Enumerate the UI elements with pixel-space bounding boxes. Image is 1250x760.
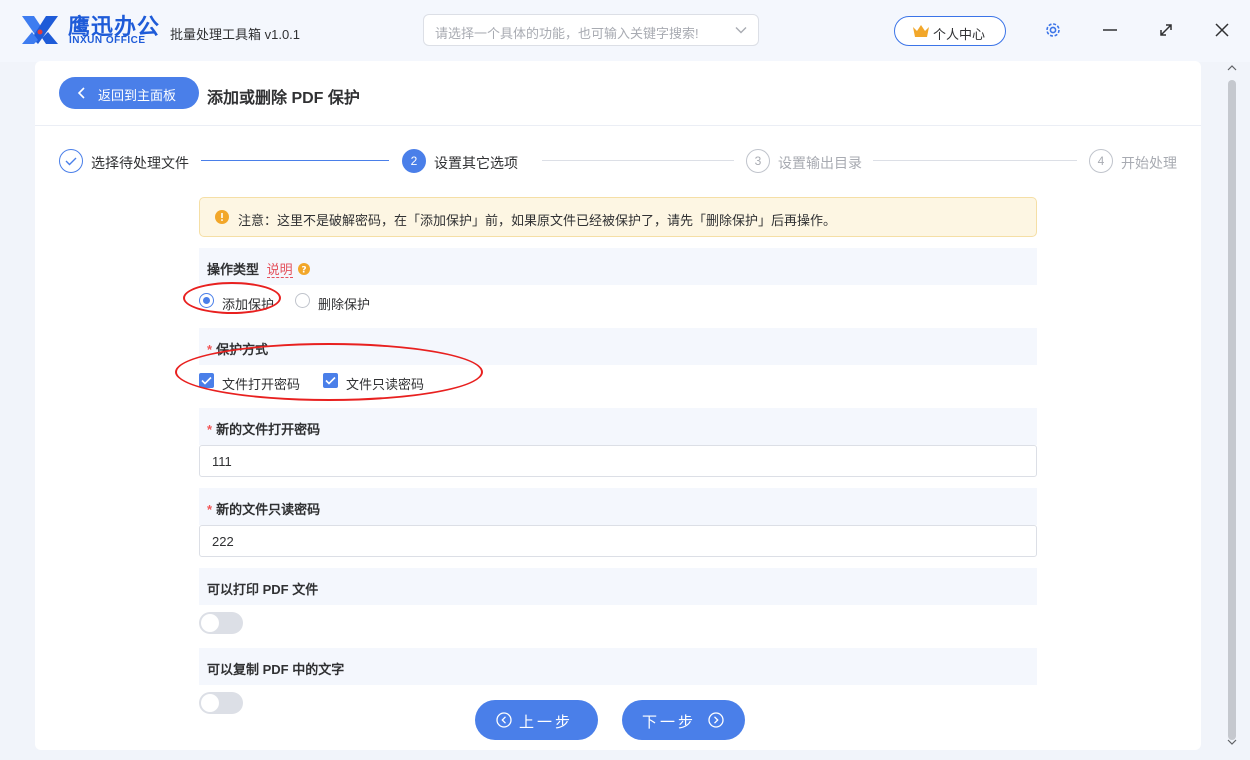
gear-icon[interactable]: [1044, 21, 1062, 39]
step-connector: [201, 160, 389, 161]
open-password-header: * 新的文件打开密码: [199, 408, 1037, 445]
user-center-label: 个人中心: [933, 27, 986, 42]
help-icon[interactable]: ?: [298, 263, 311, 276]
title-bar: 鹰迅办公 INXUN OFFICE 批量处理工具箱 v1.0.1 请选择一个具体…: [0, 0, 1250, 62]
annotation-ellipse: [175, 343, 483, 401]
scroll-thumb[interactable]: [1228, 80, 1236, 740]
user-center-button[interactable]: 个人中心: [894, 16, 1006, 46]
scroll-up-icon[interactable]: [1227, 64, 1237, 72]
page-title: 添加或删除 PDF 保护: [207, 90, 360, 107]
prev-step-button[interactable]: 上一步: [475, 700, 598, 740]
can-copy-header: 可以复制 PDF 中的文字: [199, 648, 1037, 685]
step-number: 4: [1089, 149, 1113, 173]
annotation-ellipse: [183, 282, 281, 314]
prev-step-label: 上一步: [519, 714, 574, 731]
search-placeholder: 请选择一个具体的功能，也可输入关键字搜索!: [435, 26, 699, 41]
minimize-icon[interactable]: [1096, 16, 1124, 44]
step-number: 3: [746, 149, 770, 173]
step-connector: [873, 160, 1077, 161]
step-label: 设置输出目录: [778, 155, 862, 171]
radio-button[interactable]: [295, 293, 310, 308]
can-copy-toggle[interactable]: [199, 692, 243, 714]
step-connector: [542, 160, 734, 161]
app-title: 批量处理工具箱 v1.0.1: [170, 27, 301, 42]
can-print-header: 可以打印 PDF 文件: [199, 568, 1037, 605]
step-label: 设置其它选项: [434, 155, 518, 171]
chevron-left-circle-icon: [496, 712, 512, 728]
required-mark: *: [207, 422, 213, 437]
back-to-dashboard-button[interactable]: 返回到主面板: [59, 77, 199, 109]
svg-text:?: ?: [302, 266, 307, 276]
panel-header: 返回到主面板 添加或删除 PDF 保护: [35, 61, 1201, 126]
notice-banner: 注意：这里不是破解密码，在「添加保护」前，如果原文件已经被保护了，请先「删除保护…: [199, 197, 1037, 237]
explain-link[interactable]: 说明: [266, 262, 293, 278]
op-type-header: 操作类型 说明 ?: [199, 248, 1037, 285]
app-logo-icon: [18, 12, 62, 48]
next-step-button[interactable]: 下一步: [622, 700, 745, 740]
back-button-label: 返回到主面板: [98, 88, 177, 103]
next-step-label: 下一步: [642, 714, 697, 731]
check-icon: [59, 149, 83, 173]
radio-label[interactable]: 删除保护: [318, 294, 370, 313]
notice-text: 注意：这里不是破解密码，在「添加保护」前，如果原文件已经被保护了，请先「删除保护…: [238, 213, 837, 228]
open-password-value[interactable]: 111: [212, 454, 232, 469]
close-icon[interactable]: [1208, 16, 1236, 44]
warning-icon: [215, 210, 229, 224]
brand-name-en: INXUN OFFICE: [69, 35, 146, 46]
can-print-label: 可以打印 PDF 文件: [207, 582, 319, 597]
readonly-password-label: 新的文件只读密码: [216, 502, 321, 517]
main-panel: 返回到主面板 添加或删除 PDF 保护 选择待处理文件 2 设置其它选项 3 设…: [35, 61, 1201, 750]
readonly-password-value[interactable]: 222: [212, 534, 234, 549]
op-type-label: 操作类型: [207, 262, 260, 277]
step-label: 开始处理: [1121, 155, 1177, 171]
can-copy-label: 可以复制 PDF 中的文字: [207, 662, 345, 677]
step-label: 选择待处理文件: [91, 155, 189, 171]
step-number: 2: [402, 149, 426, 173]
required-mark: *: [207, 502, 213, 517]
chevron-right-circle-icon: [708, 712, 724, 728]
readonly-password-header: * 新的文件只读密码: [199, 488, 1037, 525]
maximize-icon[interactable]: [1152, 16, 1180, 44]
chevron-left-icon: [77, 87, 85, 99]
open-password-input[interactable]: 111: [199, 445, 1037, 477]
readonly-password-input[interactable]: 222: [199, 525, 1037, 557]
crown-icon: [913, 25, 929, 37]
can-print-toggle[interactable]: [199, 612, 243, 634]
scroll-down-icon[interactable]: [1227, 738, 1237, 746]
open-password-label: 新的文件打开密码: [216, 422, 321, 437]
scrollbar[interactable]: [1226, 62, 1238, 748]
function-search-select[interactable]: 请选择一个具体的功能，也可输入关键字搜索!: [423, 14, 759, 46]
chevron-down-icon: [735, 27, 747, 34]
